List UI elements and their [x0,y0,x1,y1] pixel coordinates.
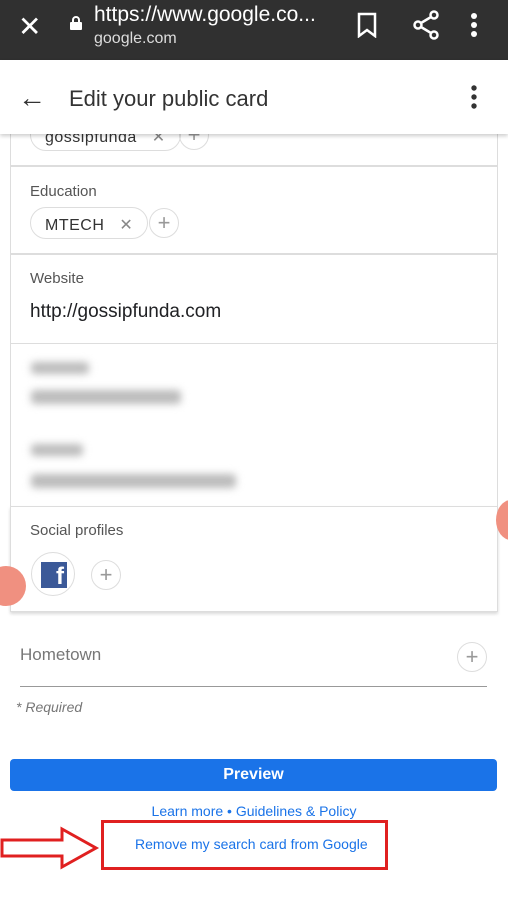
education-chip[interactable]: MTECH ✕ [30,207,149,239]
separator: • [223,803,236,819]
hometown-field[interactable]: Hometown [20,645,101,665]
lock-icon [70,16,82,30]
blurred-contact-card [10,344,498,506]
url-text[interactable]: https://www.google.co... [94,3,316,27]
social-card: Social profiles f + [10,506,498,612]
remove-icon[interactable]: ✕ [119,217,133,234]
education-label: Education [30,183,97,200]
arrow-annotation-icon [0,826,100,870]
add-education-icon[interactable]: + [149,208,179,238]
required-note: * Required [16,699,83,715]
phone-label-blurred [31,362,89,374]
website-card: Website http://gossipfunda.com [10,254,498,344]
bookmark-icon[interactable] [357,12,377,38]
footer-links: Learn more • Guidelines & Policy [0,803,508,819]
back-arrow-icon[interactable]: ← [18,82,46,114]
page-title: Edit your public card [69,86,269,111]
hometown-underline [20,686,487,687]
more-vert-icon[interactable] [470,84,478,110]
education-card: Education MTECH ✕ + [10,166,498,254]
social-label: Social profiles [30,522,124,539]
preview-button[interactable]: Preview [10,759,497,791]
website-value[interactable]: http://gossipfunda.com [30,301,221,323]
email-value-blurred [31,474,236,488]
remove-card-link[interactable]: Remove my search card from Google [135,836,368,852]
email-label-blurred [31,444,83,456]
facebook-button[interactable]: f [31,552,75,596]
facebook-icon: f [41,562,67,590]
add-social-icon[interactable]: + [91,560,121,590]
close-icon[interactable]: ✕ [18,10,41,43]
more-vert-icon[interactable] [470,12,478,38]
preview-label: Preview [223,766,284,783]
browser-toolbar: ✕ https://www.google.co... google.com [0,0,508,60]
phone-value-blurred [31,390,181,404]
share-icon[interactable] [412,10,440,40]
website-label: Website [30,270,84,287]
domain-text: google.com [94,30,177,47]
learn-more-link[interactable]: Learn more [152,803,224,819]
chip-label: MTECH [45,217,105,234]
add-hometown-icon[interactable]: + [457,642,487,672]
guidelines-link[interactable]: Guidelines & Policy [236,803,357,819]
app-header: ← Edit your public card [0,60,508,134]
